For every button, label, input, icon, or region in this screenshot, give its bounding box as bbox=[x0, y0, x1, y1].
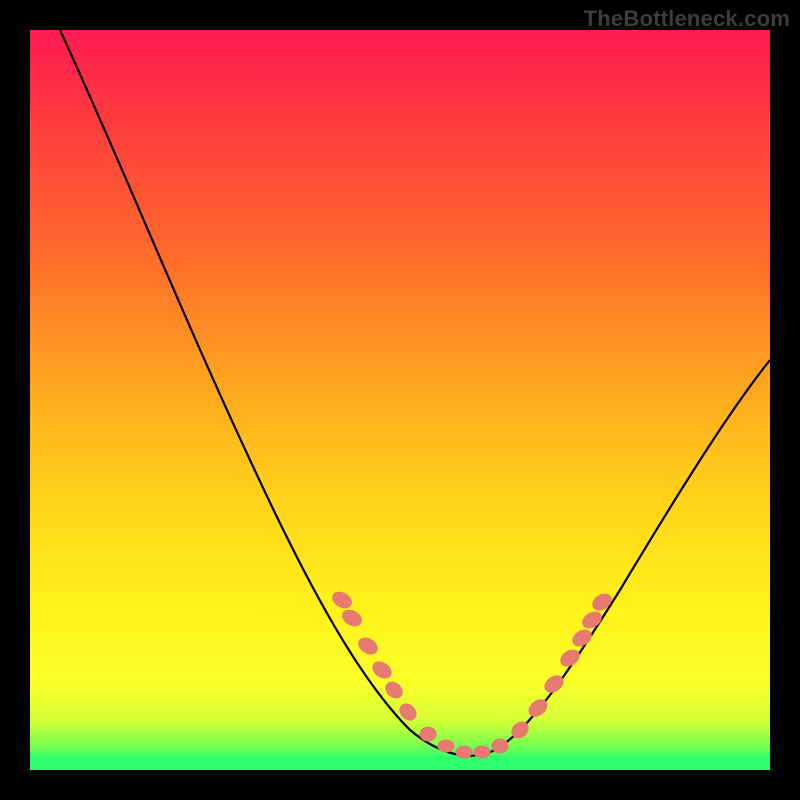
plot-area bbox=[30, 30, 770, 770]
chart-frame: TheBottleneck.com bbox=[0, 0, 800, 800]
bottleneck-curve bbox=[30, 30, 770, 770]
watermark-text: TheBottleneck.com bbox=[584, 6, 790, 32]
curve-path bbox=[60, 30, 770, 756]
marker-group bbox=[330, 589, 614, 758]
